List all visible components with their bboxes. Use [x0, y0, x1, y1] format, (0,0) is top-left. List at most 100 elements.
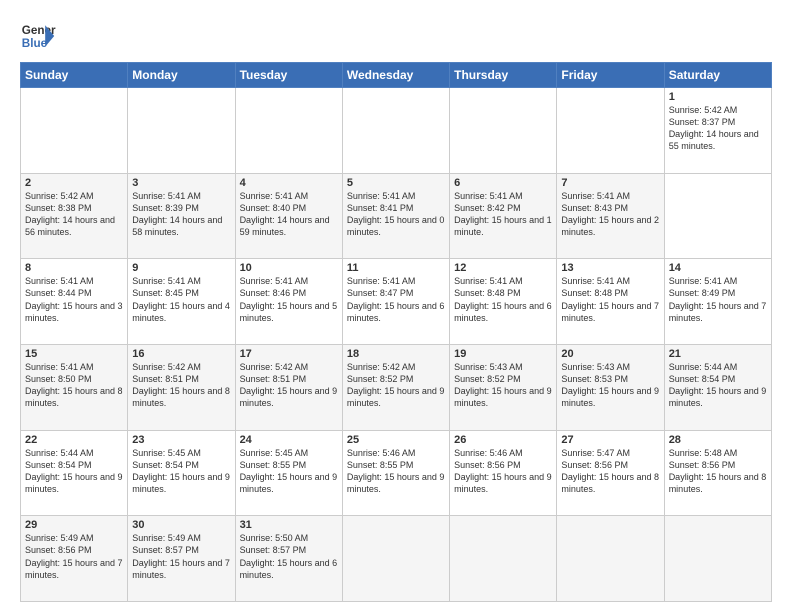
svg-text:Blue: Blue [22, 37, 48, 50]
calendar-table: SundayMondayTuesdayWednesdayThursdayFrid… [20, 62, 772, 602]
week-row-0: 1Sunrise: 5:42 AMSunset: 8:37 PMDaylight… [21, 88, 772, 174]
day-cell-16: 16Sunrise: 5:42 AMSunset: 8:51 PMDayligh… [128, 344, 235, 430]
day-cell-2: 2 Sunrise: 5:42 AMSunset: 8:38 PMDaylight… [21, 173, 128, 259]
col-header-tuesday: Tuesday [235, 63, 342, 88]
week-row-1: 2 Sunrise: 5:42 AMSunset: 8:38 PMDaylight… [21, 173, 772, 259]
day-cell-10: 10 Sunrise: 5:41 AMSunset: 8:46 PMDayligh… [235, 259, 342, 345]
day-cell-6: 6 Sunrise: 5:41 AMSunset: 8:42 PMDaylight… [450, 173, 557, 259]
cell-info: Sunrise: 5:41 AMSunset: 8:49 PMDaylight:… [669, 276, 767, 322]
cell-info: Sunrise: 5:47 AMSunset: 8:56 PMDaylight:… [561, 448, 659, 494]
empty-cell [450, 88, 557, 174]
day-number: 2 [25, 177, 123, 189]
cell-info: Sunrise: 5:41 AMSunset: 8:43 PMDaylight:… [561, 191, 659, 237]
day-number: 9 [132, 262, 230, 274]
day-number: 17 [240, 348, 338, 360]
cell-info: Sunrise: 5:45 AMSunset: 8:54 PMDaylight:… [132, 448, 230, 494]
cell-info: Sunrise: 5:49 AMSunset: 8:56 PMDaylight:… [25, 533, 123, 579]
cell-info: Sunrise: 5:42 AMSunset: 8:52 PMDaylight:… [347, 362, 445, 408]
empty-cell [21, 88, 128, 174]
day-number: 26 [454, 434, 552, 446]
col-header-friday: Friday [557, 63, 664, 88]
week-row-2: 8 Sunrise: 5:41 AMSunset: 8:44 PMDaylight… [21, 259, 772, 345]
day-cell-11: 11 Sunrise: 5:41 AMSunset: 8:47 PMDayligh… [342, 259, 449, 345]
col-header-saturday: Saturday [664, 63, 771, 88]
day-cell-12: 12Sunrise: 5:41 AMSunset: 8:48 PMDayligh… [450, 259, 557, 345]
day-number: 22 [25, 434, 123, 446]
cell-info: Sunrise: 5:43 AMSunset: 8:52 PMDaylight:… [454, 362, 552, 408]
day-cell-29: 29Sunrise: 5:49 AMSunset: 8:56 PMDayligh… [21, 516, 128, 602]
day-number: 6 [454, 177, 552, 189]
cell-info: Sunrise: 5:49 AMSunset: 8:57 PMDaylight:… [132, 533, 230, 579]
cell-info: Sunrise: 5:41 AMSunset: 8:40 PMDaylight:… [240, 191, 330, 237]
day-cell-25: 25 Sunrise: 5:46 AMSunset: 8:55 PMDayligh… [342, 430, 449, 516]
day-number: 25 [347, 434, 445, 446]
empty-cell [557, 516, 664, 602]
cell-info: Sunrise: 5:41 AMSunset: 8:41 PMDaylight:… [347, 191, 445, 237]
day-cell-5: 5Sunrise: 5:41 AMSunset: 8:41 PMDaylight… [342, 173, 449, 259]
logo: General Blue [20, 18, 56, 54]
week-row-3: 15Sunrise: 5:41 AMSunset: 8:50 PMDayligh… [21, 344, 772, 430]
day-cell-27: 27Sunrise: 5:47 AMSunset: 8:56 PMDayligh… [557, 430, 664, 516]
empty-cell [664, 516, 771, 602]
cell-info: Sunrise: 5:48 AMSunset: 8:56 PMDaylight:… [669, 448, 767, 494]
col-header-monday: Monday [128, 63, 235, 88]
day-cell-31: 31 Sunrise: 5:50 AMSunset: 8:57 PMDayligh… [235, 516, 342, 602]
day-cell-8: 8 Sunrise: 5:41 AMSunset: 8:44 PMDaylight… [21, 259, 128, 345]
day-number: 19 [454, 348, 552, 360]
cell-info: Sunrise: 5:41 AMSunset: 8:48 PMDaylight:… [454, 276, 552, 322]
day-cell-20: 20Sunrise: 5:43 AMSunset: 8:53 PMDayligh… [557, 344, 664, 430]
empty-cell [450, 516, 557, 602]
day-cell-7: 7 Sunrise: 5:41 AMSunset: 8:43 PMDaylight… [557, 173, 664, 259]
day-number: 18 [347, 348, 445, 360]
empty-cell [128, 88, 235, 174]
cell-info: Sunrise: 5:41 AMSunset: 8:45 PMDaylight:… [132, 276, 230, 322]
empty-cell [235, 88, 342, 174]
day-cell-21: 21 Sunrise: 5:44 AMSunset: 8:54 PMDayligh… [664, 344, 771, 430]
day-number: 11 [347, 262, 445, 274]
cell-info: Sunrise: 5:41 AMSunset: 8:42 PMDaylight:… [454, 191, 552, 237]
day-number: 31 [240, 519, 338, 531]
cell-info: Sunrise: 5:41 AMSunset: 8:47 PMDaylight:… [347, 276, 445, 322]
cell-info: Sunrise: 5:41 AMSunset: 8:50 PMDaylight:… [25, 362, 123, 408]
day-number: 10 [240, 262, 338, 274]
col-header-thursday: Thursday [450, 63, 557, 88]
day-cell-26: 26 Sunrise: 5:46 AMSunset: 8:56 PMDayligh… [450, 430, 557, 516]
col-header-wednesday: Wednesday [342, 63, 449, 88]
cell-info: Sunrise: 5:46 AMSunset: 8:56 PMDaylight:… [454, 448, 552, 494]
empty-cell [342, 516, 449, 602]
day-cell-9: 9 Sunrise: 5:41 AMSunset: 8:45 PMDaylight… [128, 259, 235, 345]
day-number: 14 [669, 262, 767, 274]
cell-info: Sunrise: 5:44 AMSunset: 8:54 PMDaylight:… [669, 362, 767, 408]
week-row-5: 29Sunrise: 5:49 AMSunset: 8:56 PMDayligh… [21, 516, 772, 602]
day-cell-30: 30Sunrise: 5:49 AMSunset: 8:57 PMDayligh… [128, 516, 235, 602]
day-number: 8 [25, 262, 123, 274]
day-cell-19: 19 Sunrise: 5:43 AMSunset: 8:52 PMDayligh… [450, 344, 557, 430]
week-row-4: 22Sunrise: 5:44 AMSunset: 8:54 PMDayligh… [21, 430, 772, 516]
day-number: 23 [132, 434, 230, 446]
cell-info: Sunrise: 5:42 AMSunset: 8:51 PMDaylight:… [132, 362, 230, 408]
day-number: 7 [561, 177, 659, 189]
cell-info: Sunrise: 5:42 AMSunset: 8:51 PMDaylight:… [240, 362, 338, 408]
day-cell-3: 3 Sunrise: 5:41 AMSunset: 8:39 PMDaylight… [128, 173, 235, 259]
day-cell-24: 24 Sunrise: 5:45 AMSunset: 8:55 PMDayligh… [235, 430, 342, 516]
day-number: 21 [669, 348, 767, 360]
cell-info: Sunrise: 5:46 AMSunset: 8:55 PMDaylight:… [347, 448, 445, 494]
empty-cell [342, 88, 449, 174]
cell-info: Sunrise: 5:41 AMSunset: 8:46 PMDaylight:… [240, 276, 338, 322]
day-cell-13: 13 Sunrise: 5:41 AMSunset: 8:48 PMDayligh… [557, 259, 664, 345]
col-header-sunday: Sunday [21, 63, 128, 88]
day-number: 28 [669, 434, 767, 446]
day-cell-28: 28 Sunrise: 5:48 AMSunset: 8:56 PMDayligh… [664, 430, 771, 516]
day-cell-1: 1Sunrise: 5:42 AMSunset: 8:37 PMDaylight… [664, 88, 771, 174]
cell-info: Sunrise: 5:41 AMSunset: 8:44 PMDaylight:… [25, 276, 123, 322]
day-cell-15: 15Sunrise: 5:41 AMSunset: 8:50 PMDayligh… [21, 344, 128, 430]
day-number: 3 [132, 177, 230, 189]
day-number: 13 [561, 262, 659, 274]
cell-info: Sunrise: 5:42 AMSunset: 8:38 PMDaylight:… [25, 191, 115, 237]
cell-info: Sunrise: 5:41 AMSunset: 8:48 PMDaylight:… [561, 276, 659, 322]
cell-info: Sunrise: 5:50 AMSunset: 8:57 PMDaylight:… [240, 533, 338, 579]
cell-info: Sunrise: 5:41 AMSunset: 8:39 PMDaylight:… [132, 191, 222, 237]
cell-info: Sunrise: 5:45 AMSunset: 8:55 PMDaylight:… [240, 448, 338, 494]
day-number: 20 [561, 348, 659, 360]
day-number: 24 [240, 434, 338, 446]
